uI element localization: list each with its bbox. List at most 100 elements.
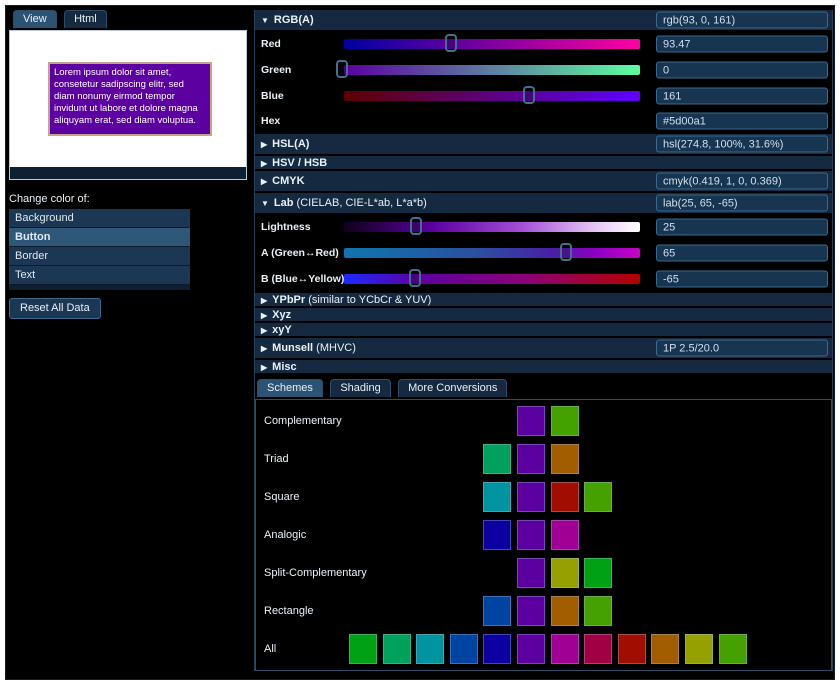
color-swatch[interactable] [551, 558, 579, 588]
color-swatch[interactable] [483, 596, 511, 626]
color-swatch[interactable] [618, 634, 646, 664]
tab-shading[interactable]: Shading [330, 379, 390, 397]
lightness-slider-track[interactable] [344, 222, 640, 232]
color-swatch[interactable] [551, 634, 579, 664]
section-header-lab[interactable]: ▼Lab (CIELAB, CIE-L*ab, L*a*b) [255, 193, 832, 213]
color-target-list: Background Button Border Text [9, 209, 190, 290]
change-color-label: Change color of: [9, 193, 251, 205]
munsell-value-input[interactable] [656, 340, 828, 357]
color-swatch[interactable] [517, 520, 545, 550]
scheme-tabs: Schemes Shading More Conversions [257, 379, 832, 399]
section-header-xyz[interactable]: ▶Xyz [255, 308, 832, 321]
green-slider-row: Green [255, 58, 832, 82]
preview-bottom-bar [10, 167, 246, 179]
blue-value-input[interactable] [656, 88, 828, 105]
target-item-background[interactable]: Background [9, 209, 190, 228]
color-swatch[interactable] [584, 596, 612, 626]
color-swatch[interactable] [551, 444, 579, 474]
lab-b-value-input[interactable] [656, 271, 828, 288]
tab-more-conversions[interactable]: More Conversions [398, 379, 507, 397]
rgb-value-input[interactable] [656, 12, 828, 29]
color-swatch[interactable] [483, 444, 511, 474]
section-title: ▶Munsell (MHVC) [261, 342, 356, 354]
color-swatch[interactable] [517, 558, 545, 588]
lab-a-slider-thumb[interactable] [560, 243, 572, 261]
green-slider-thumb[interactable] [336, 60, 348, 78]
red-value-input[interactable] [656, 36, 828, 53]
section-title: ▼RGB(A) [261, 14, 314, 26]
color-swatch[interactable] [483, 482, 511, 512]
lightness-slider-row: Lightness [255, 215, 832, 239]
tab-view[interactable]: View [13, 10, 57, 28]
lightness-slider-thumb[interactable] [410, 217, 422, 235]
lab-a-slider-row: A (Green↔Red) [255, 241, 832, 265]
reset-all-data-button[interactable]: Reset All Data [9, 298, 101, 319]
scheme-label: Split-Complementary [264, 567, 367, 579]
section-header-rgb[interactable]: ▼RGB(A) [255, 10, 832, 30]
color-swatch[interactable] [349, 634, 377, 664]
expand-arrow-icon: ▶ [261, 177, 267, 186]
section-header-hsv[interactable]: ▶HSV / HSB [255, 156, 832, 169]
section-header-ypbpr[interactable]: ▶YPbPr (similar to YCbCr & YUV) [255, 293, 832, 306]
lab-a-slider-track[interactable] [344, 248, 640, 258]
blue-label: Blue [261, 90, 284, 102]
lightness-value-input[interactable] [656, 219, 828, 236]
hsl-value-input[interactable] [656, 136, 828, 153]
color-swatch[interactable] [416, 634, 444, 664]
color-swatch[interactable] [551, 520, 579, 550]
lab-value-input[interactable] [656, 195, 828, 212]
target-item-text[interactable]: Text [9, 266, 190, 285]
blue-slider-thumb[interactable] [523, 86, 535, 104]
scheme-row-square: Square [256, 478, 831, 516]
scheme-row-complementary: Complementary [256, 402, 831, 440]
hex-input[interactable] [656, 113, 828, 130]
color-swatch[interactable] [517, 634, 545, 664]
tab-html[interactable]: Html [64, 10, 107, 28]
section-header-xyy[interactable]: ▶xyY [255, 323, 832, 336]
color-swatch[interactable] [383, 634, 411, 664]
section-header-misc[interactable]: ▶Misc [255, 360, 832, 373]
target-item-border[interactable]: Border [9, 247, 190, 266]
scheme-row-split-complementary: Split-Complementary [256, 554, 831, 592]
color-swatch[interactable] [551, 596, 579, 626]
lab-a-value-input[interactable] [656, 245, 828, 262]
color-swatch[interactable] [483, 520, 511, 550]
color-swatch[interactable] [450, 634, 478, 664]
blue-slider-row: Blue [255, 84, 832, 108]
green-slider-track[interactable] [344, 65, 640, 75]
expand-arrow-icon: ▶ [261, 159, 267, 168]
target-item-button[interactable]: Button [9, 228, 190, 247]
color-swatch[interactable] [517, 406, 545, 436]
lab-b-slider-row: B (Blue↔Yellow) [255, 267, 832, 291]
color-swatch[interactable] [551, 482, 579, 512]
color-swatch[interactable] [685, 634, 713, 664]
color-swatch[interactable] [584, 482, 612, 512]
red-slider-track[interactable] [344, 39, 640, 49]
scheme-label: Rectangle [264, 605, 314, 617]
scheme-row-analogic: Analogic [256, 516, 831, 554]
blue-slider-track[interactable] [344, 91, 640, 101]
tab-schemes[interactable]: Schemes [257, 379, 323, 397]
section-title: ▶HSV / HSB [261, 157, 327, 169]
hex-row: Hex [255, 110, 832, 132]
color-swatch[interactable] [517, 482, 545, 512]
color-swatch[interactable] [483, 634, 511, 664]
color-swatch[interactable] [584, 558, 612, 588]
color-swatch[interactable] [517, 444, 545, 474]
color-swatch[interactable] [517, 596, 545, 626]
color-swatch[interactable] [584, 634, 612, 664]
cmyk-value-input[interactable] [656, 173, 828, 190]
lightness-label: Lightness [261, 221, 311, 233]
color-swatch[interactable] [719, 634, 747, 664]
section-title: ▶CMYK [261, 175, 305, 187]
lab-b-slider-thumb[interactable] [409, 269, 421, 287]
preview-area: Lorem ipsum dolor sit amet, consetetur s… [9, 30, 247, 180]
section-header-hsl[interactable]: ▶HSL(A) [255, 134, 832, 154]
section-header-cmyk[interactable]: ▶CMYK [255, 171, 832, 191]
lab-b-slider-track[interactable] [344, 274, 640, 284]
red-slider-thumb[interactable] [445, 34, 457, 52]
color-swatch[interactable] [551, 406, 579, 436]
green-value-input[interactable] [656, 62, 828, 79]
section-header-munsell[interactable]: ▶Munsell (MHVC) [255, 338, 832, 358]
color-swatch[interactable] [651, 634, 679, 664]
